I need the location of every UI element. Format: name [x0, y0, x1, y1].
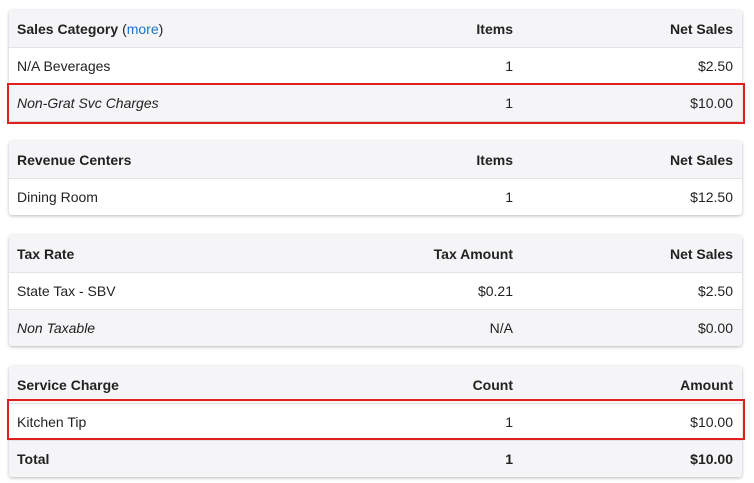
category-net-sales: $10.00 — [690, 95, 733, 111]
sales-report: Sales Category (more) Items Net Sales N/… — [0, 0, 754, 483]
total-label: Total — [17, 451, 50, 467]
tax-rate-header: Tax Rate Tax Amount Net Sales — [9, 235, 742, 272]
count-column-header: Count — [472, 376, 513, 393]
category-net-sales: $2.50 — [697, 58, 733, 74]
items-column-header: Items — [476, 151, 513, 168]
table-row: Kitchen Tip 1 $10.00 — [9, 403, 742, 440]
tax-rate-name: Non Taxable — [17, 320, 96, 336]
tax-rate-table: Tax Rate Tax Amount Net Sales State Tax … — [9, 235, 742, 346]
category-name: N/A Beverages — [17, 58, 111, 74]
service-charge-table: Service Charge Count Amount Kitchen Tip … — [9, 366, 742, 477]
tax-amount-column-header: Tax Amount — [433, 245, 513, 262]
tax-amount: N/A — [489, 320, 513, 336]
table-row: Non Taxable N/A $0.00 — [9, 309, 742, 346]
service-charge-title: Service Charge — [17, 376, 119, 393]
tax-net-sales: $0.00 — [697, 320, 733, 336]
revenue-centers-table: Revenue Centers Items Net Sales Dining R… — [9, 141, 742, 215]
category-items: 1 — [505, 95, 513, 111]
sales-category-table: Sales Category (more) Items Net Sales N/… — [9, 10, 742, 121]
net-sales-column-header: Net Sales — [669, 245, 733, 262]
items-column-header: Items — [476, 20, 513, 37]
total-row: Total 1 $10.00 — [9, 440, 742, 477]
more-link[interactable]: more — [127, 21, 159, 37]
total-amount: $10.00 — [690, 451, 733, 467]
table-row: Non-Grat Svc Charges 1 $10.00 — [9, 84, 742, 121]
net-sales-column-header: Net Sales — [669, 151, 733, 168]
total-count: 1 — [505, 451, 513, 467]
net-sales-column-header: Net Sales — [669, 20, 733, 37]
revenue-center-name: Dining Room — [17, 189, 98, 205]
revenue-center-items: 1 — [505, 189, 513, 205]
category-items: 1 — [505, 58, 513, 74]
revenue-center-net-sales: $12.50 — [690, 189, 733, 205]
tax-amount: $0.21 — [477, 283, 513, 299]
tax-rate-name: State Tax - SBV — [17, 283, 116, 299]
amount-column-header: Amount — [680, 376, 733, 393]
category-name: Non-Grat Svc Charges — [17, 95, 159, 111]
service-charge-name: Kitchen Tip — [17, 414, 87, 430]
tax-net-sales: $2.50 — [697, 283, 733, 299]
table-row: N/A Beverages 1 $2.50 — [9, 47, 742, 84]
service-charge-amount: $10.00 — [690, 414, 733, 430]
service-charge-count: 1 — [505, 414, 513, 430]
service-charge-header: Service Charge Count Amount — [9, 366, 742, 403]
sales-category-header: Sales Category (more) Items Net Sales — [9, 10, 742, 47]
table-row: Dining Room 1 $12.50 — [9, 178, 742, 215]
revenue-centers-title: Revenue Centers — [17, 151, 132, 168]
table-row: State Tax - SBV $0.21 $2.50 — [9, 272, 742, 309]
more-close-paren: ) — [158, 20, 164, 37]
revenue-centers-header: Revenue Centers Items Net Sales — [9, 141, 742, 178]
tax-rate-title: Tax Rate — [17, 245, 75, 262]
sales-category-title: Sales Category — [17, 20, 119, 37]
